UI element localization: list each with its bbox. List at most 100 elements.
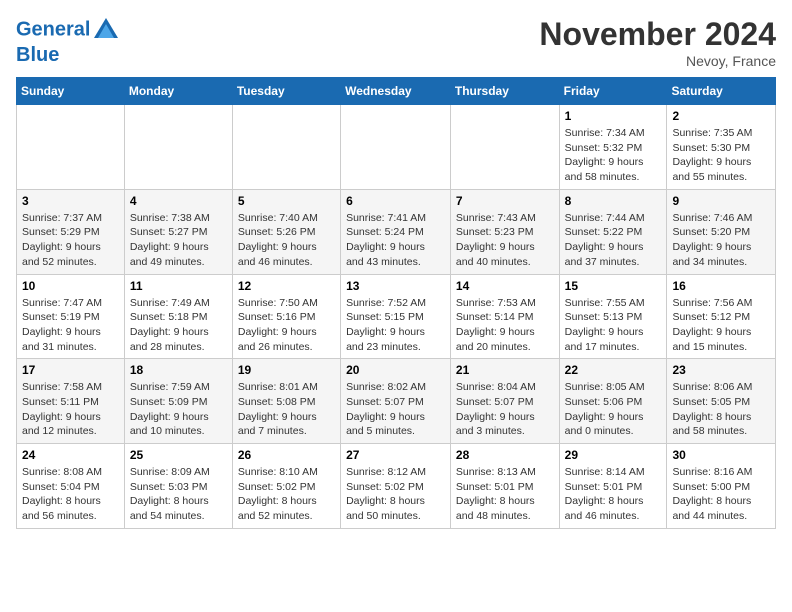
day-number: 12	[238, 279, 335, 293]
calendar-day-cell: 20 Sunrise: 8:02 AM Sunset: 5:07 PM Dayli…	[341, 359, 451, 444]
calendar-day-cell	[450, 105, 559, 190]
logo: General Blue	[16, 16, 120, 66]
calendar-header: SundayMondayTuesdayWednesdayThursdayFrid…	[17, 78, 776, 105]
day-number: 13	[346, 279, 445, 293]
day-number: 9	[672, 194, 770, 208]
calendar-day-cell: 22Sunrise: 8:05 AM Sunset: 5:06 PM Dayli…	[559, 359, 667, 444]
day-info: Sunrise: 8:01 AM Sunset: 5:08 PM Dayligh…	[238, 380, 335, 439]
calendar-day-cell	[124, 105, 232, 190]
calendar-week-row: 1 Sunrise: 7:34 AM Sunset: 5:32 PM Daylig…	[17, 105, 776, 190]
day-number: 8	[565, 194, 662, 208]
day-info: Sunrise: 7:44 AM Sunset: 5:22 PM Dayligh…	[565, 211, 662, 270]
day-number: 19	[238, 363, 335, 377]
day-info: Sunrise: 7:40 AM Sunset: 5:26 PM Dayligh…	[238, 211, 335, 270]
day-number: 16	[672, 279, 770, 293]
header-day: Friday	[559, 78, 667, 105]
day-info: Sunrise: 7:37 AM Sunset: 5:29 PM Dayligh…	[22, 211, 119, 270]
day-number: 5	[238, 194, 335, 208]
calendar-body: 1 Sunrise: 7:34 AM Sunset: 5:32 PM Daylig…	[17, 105, 776, 529]
calendar-table: SundayMondayTuesdayWednesdayThursdayFrid…	[16, 77, 776, 529]
location: Nevoy, France	[539, 53, 776, 69]
calendar-day-cell: 29 Sunrise: 8:14 AM Sunset: 5:01 PM Dayli…	[559, 444, 667, 529]
calendar-day-cell: 10 Sunrise: 7:47 AM Sunset: 5:19 PM Dayli…	[17, 274, 125, 359]
day-number: 15	[565, 279, 662, 293]
calendar-day-cell: 2 Sunrise: 7:35 AM Sunset: 5:30 PM Daylig…	[667, 105, 776, 190]
calendar-day-cell: 18Sunrise: 7:59 AM Sunset: 5:09 PM Dayli…	[124, 359, 232, 444]
day-info: Sunrise: 8:14 AM Sunset: 5:01 PM Dayligh…	[565, 465, 662, 524]
calendar-day-cell: 12 Sunrise: 7:50 AM Sunset: 5:16 PM Dayli…	[232, 274, 340, 359]
day-info: Sunrise: 7:49 AM Sunset: 5:18 PM Dayligh…	[130, 296, 227, 355]
calendar-day-cell: 24 Sunrise: 8:08 AM Sunset: 5:04 PM Dayli…	[17, 444, 125, 529]
day-number: 7	[456, 194, 554, 208]
day-number: 3	[22, 194, 119, 208]
day-number: 14	[456, 279, 554, 293]
calendar-day-cell	[17, 105, 125, 190]
header-day: Monday	[124, 78, 232, 105]
logo-text-blue: Blue	[16, 44, 120, 66]
calendar-day-cell: 8 Sunrise: 7:44 AM Sunset: 5:22 PM Daylig…	[559, 189, 667, 274]
calendar-day-cell: 25 Sunrise: 8:09 AM Sunset: 5:03 PM Dayli…	[124, 444, 232, 529]
calendar-day-cell: 26Sunrise: 8:10 AM Sunset: 5:02 PM Dayli…	[232, 444, 340, 529]
day-number: 1	[565, 109, 662, 123]
day-info: Sunrise: 8:12 AM Sunset: 5:02 PM Dayligh…	[346, 465, 445, 524]
calendar-day-cell: 28Sunrise: 8:13 AM Sunset: 5:01 PM Dayli…	[450, 444, 559, 529]
day-info: Sunrise: 8:08 AM Sunset: 5:04 PM Dayligh…	[22, 465, 119, 524]
logo-text: General	[16, 16, 120, 44]
calendar-day-cell: 17Sunrise: 7:58 AM Sunset: 5:11 PM Dayli…	[17, 359, 125, 444]
calendar-day-cell: 11Sunrise: 7:49 AM Sunset: 5:18 PM Dayli…	[124, 274, 232, 359]
day-info: Sunrise: 7:34 AM Sunset: 5:32 PM Dayligh…	[565, 126, 662, 185]
day-number: 18	[130, 363, 227, 377]
calendar-day-cell: 4 Sunrise: 7:38 AM Sunset: 5:27 PM Daylig…	[124, 189, 232, 274]
calendar-day-cell: 23 Sunrise: 8:06 AM Sunset: 5:05 PM Dayli…	[667, 359, 776, 444]
calendar-day-cell: 1 Sunrise: 7:34 AM Sunset: 5:32 PM Daylig…	[559, 105, 667, 190]
day-number: 27	[346, 448, 445, 462]
day-number: 2	[672, 109, 770, 123]
day-info: Sunrise: 8:02 AM Sunset: 5:07 PM Dayligh…	[346, 380, 445, 439]
day-number: 24	[22, 448, 119, 462]
day-number: 17	[22, 363, 119, 377]
day-number: 29	[565, 448, 662, 462]
day-info: Sunrise: 7:53 AM Sunset: 5:14 PM Dayligh…	[456, 296, 554, 355]
day-info: Sunrise: 8:13 AM Sunset: 5:01 PM Dayligh…	[456, 465, 554, 524]
calendar-week-row: 10 Sunrise: 7:47 AM Sunset: 5:19 PM Dayli…	[17, 274, 776, 359]
day-info: Sunrise: 7:50 AM Sunset: 5:16 PM Dayligh…	[238, 296, 335, 355]
day-info: Sunrise: 8:09 AM Sunset: 5:03 PM Dayligh…	[130, 465, 227, 524]
header-day: Wednesday	[341, 78, 451, 105]
calendar-week-row: 3 Sunrise: 7:37 AM Sunset: 5:29 PM Daylig…	[17, 189, 776, 274]
calendar-day-cell: 14 Sunrise: 7:53 AM Sunset: 5:14 PM Dayli…	[450, 274, 559, 359]
calendar-day-cell: 15 Sunrise: 7:55 AM Sunset: 5:13 PM Dayli…	[559, 274, 667, 359]
day-number: 23	[672, 363, 770, 377]
calendar-week-row: 17Sunrise: 7:58 AM Sunset: 5:11 PM Dayli…	[17, 359, 776, 444]
day-info: Sunrise: 8:10 AM Sunset: 5:02 PM Dayligh…	[238, 465, 335, 524]
day-info: Sunrise: 7:56 AM Sunset: 5:12 PM Dayligh…	[672, 296, 770, 355]
day-number: 10	[22, 279, 119, 293]
month-title: November 2024	[539, 16, 776, 53]
calendar-day-cell	[232, 105, 340, 190]
calendar-day-cell: 13 Sunrise: 7:52 AM Sunset: 5:15 PM Dayli…	[341, 274, 451, 359]
day-number: 6	[346, 194, 445, 208]
day-number: 4	[130, 194, 227, 208]
header-day: Saturday	[667, 78, 776, 105]
day-number: 25	[130, 448, 227, 462]
header-day: Sunday	[17, 78, 125, 105]
day-info: Sunrise: 7:38 AM Sunset: 5:27 PM Dayligh…	[130, 211, 227, 270]
calendar-day-cell: 19 Sunrise: 8:01 AM Sunset: 5:08 PM Dayli…	[232, 359, 340, 444]
day-number: 20	[346, 363, 445, 377]
calendar-day-cell: 9Sunrise: 7:46 AM Sunset: 5:20 PM Daylig…	[667, 189, 776, 274]
calendar-day-cell: 21Sunrise: 8:04 AM Sunset: 5:07 PM Dayli…	[450, 359, 559, 444]
calendar-day-cell: 27 Sunrise: 8:12 AM Sunset: 5:02 PM Dayli…	[341, 444, 451, 529]
calendar-day-cell: 3 Sunrise: 7:37 AM Sunset: 5:29 PM Daylig…	[17, 189, 125, 274]
day-info: Sunrise: 7:52 AM Sunset: 5:15 PM Dayligh…	[346, 296, 445, 355]
header-day: Thursday	[450, 78, 559, 105]
calendar-day-cell: 5 Sunrise: 7:40 AM Sunset: 5:26 PM Daylig…	[232, 189, 340, 274]
calendar-day-cell: 7Sunrise: 7:43 AM Sunset: 5:23 PM Daylig…	[450, 189, 559, 274]
day-number: 30	[672, 448, 770, 462]
header-row: SundayMondayTuesdayWednesdayThursdayFrid…	[17, 78, 776, 105]
day-info: Sunrise: 8:06 AM Sunset: 5:05 PM Dayligh…	[672, 380, 770, 439]
logo-icon	[92, 16, 120, 44]
page-header: General Blue November 2024 Nevoy, France	[16, 16, 776, 69]
day-info: Sunrise: 8:05 AM Sunset: 5:06 PM Dayligh…	[565, 380, 662, 439]
day-info: Sunrise: 7:47 AM Sunset: 5:19 PM Dayligh…	[22, 296, 119, 355]
day-info: Sunrise: 7:55 AM Sunset: 5:13 PM Dayligh…	[565, 296, 662, 355]
day-info: Sunrise: 7:35 AM Sunset: 5:30 PM Dayligh…	[672, 126, 770, 185]
